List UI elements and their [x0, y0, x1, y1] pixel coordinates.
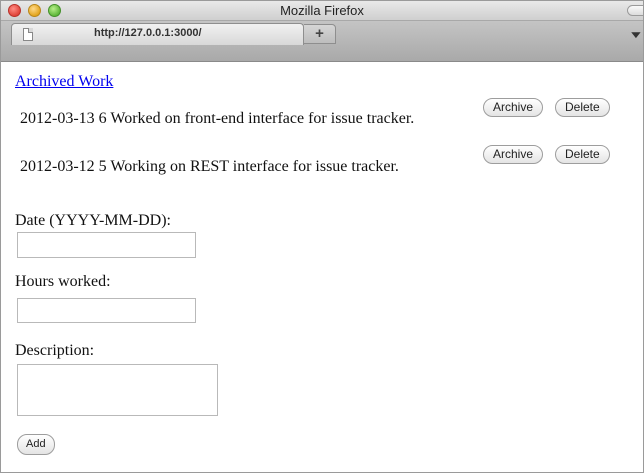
browser-window: Mozilla Firefox http://127.0.0.1:3000/ +… — [0, 0, 644, 473]
window-title: Mozilla Firefox — [280, 3, 364, 18]
archived-work-link[interactable]: Archived Work — [15, 73, 113, 91]
work-entry: 2012-03-12 5 Working on REST interface f… — [20, 158, 399, 175]
hours-label: Hours worked: — [15, 273, 111, 290]
delete-button[interactable]: Delete — [555, 145, 610, 164]
page-content: Archived Work 2012-03-13 6 Worked on fro… — [15, 73, 643, 472]
title-bar: Mozilla Firefox — [1, 1, 643, 21]
archive-button[interactable]: Archive — [483, 145, 544, 164]
tab-active[interactable]: http://127.0.0.1:3000/ — [11, 23, 304, 45]
delete-button[interactable]: Delete — [555, 98, 610, 117]
tab-label: http://127.0.0.1:3000/ — [94, 27, 202, 39]
add-button[interactable]: Add — [17, 434, 55, 455]
new-tab-button[interactable]: + — [304, 24, 336, 44]
work-entry: 2012-03-13 6 Worked on front-end interfa… — [20, 110, 415, 127]
tab-list-icon[interactable]: ▼ — [628, 30, 643, 41]
description-label: Description: — [15, 342, 95, 359]
toolbar-toggle-button[interactable] — [627, 5, 643, 16]
tab-strip: http://127.0.0.1:3000/ + ▼ — [1, 21, 643, 62]
date-input[interactable] — [17, 232, 196, 258]
archive-button[interactable]: Archive — [483, 98, 544, 117]
hours-input[interactable] — [17, 298, 196, 323]
page-icon — [23, 28, 33, 41]
date-label: Date (YYYY-MM-DD): — [15, 212, 171, 229]
description-textarea[interactable] — [17, 364, 218, 416]
